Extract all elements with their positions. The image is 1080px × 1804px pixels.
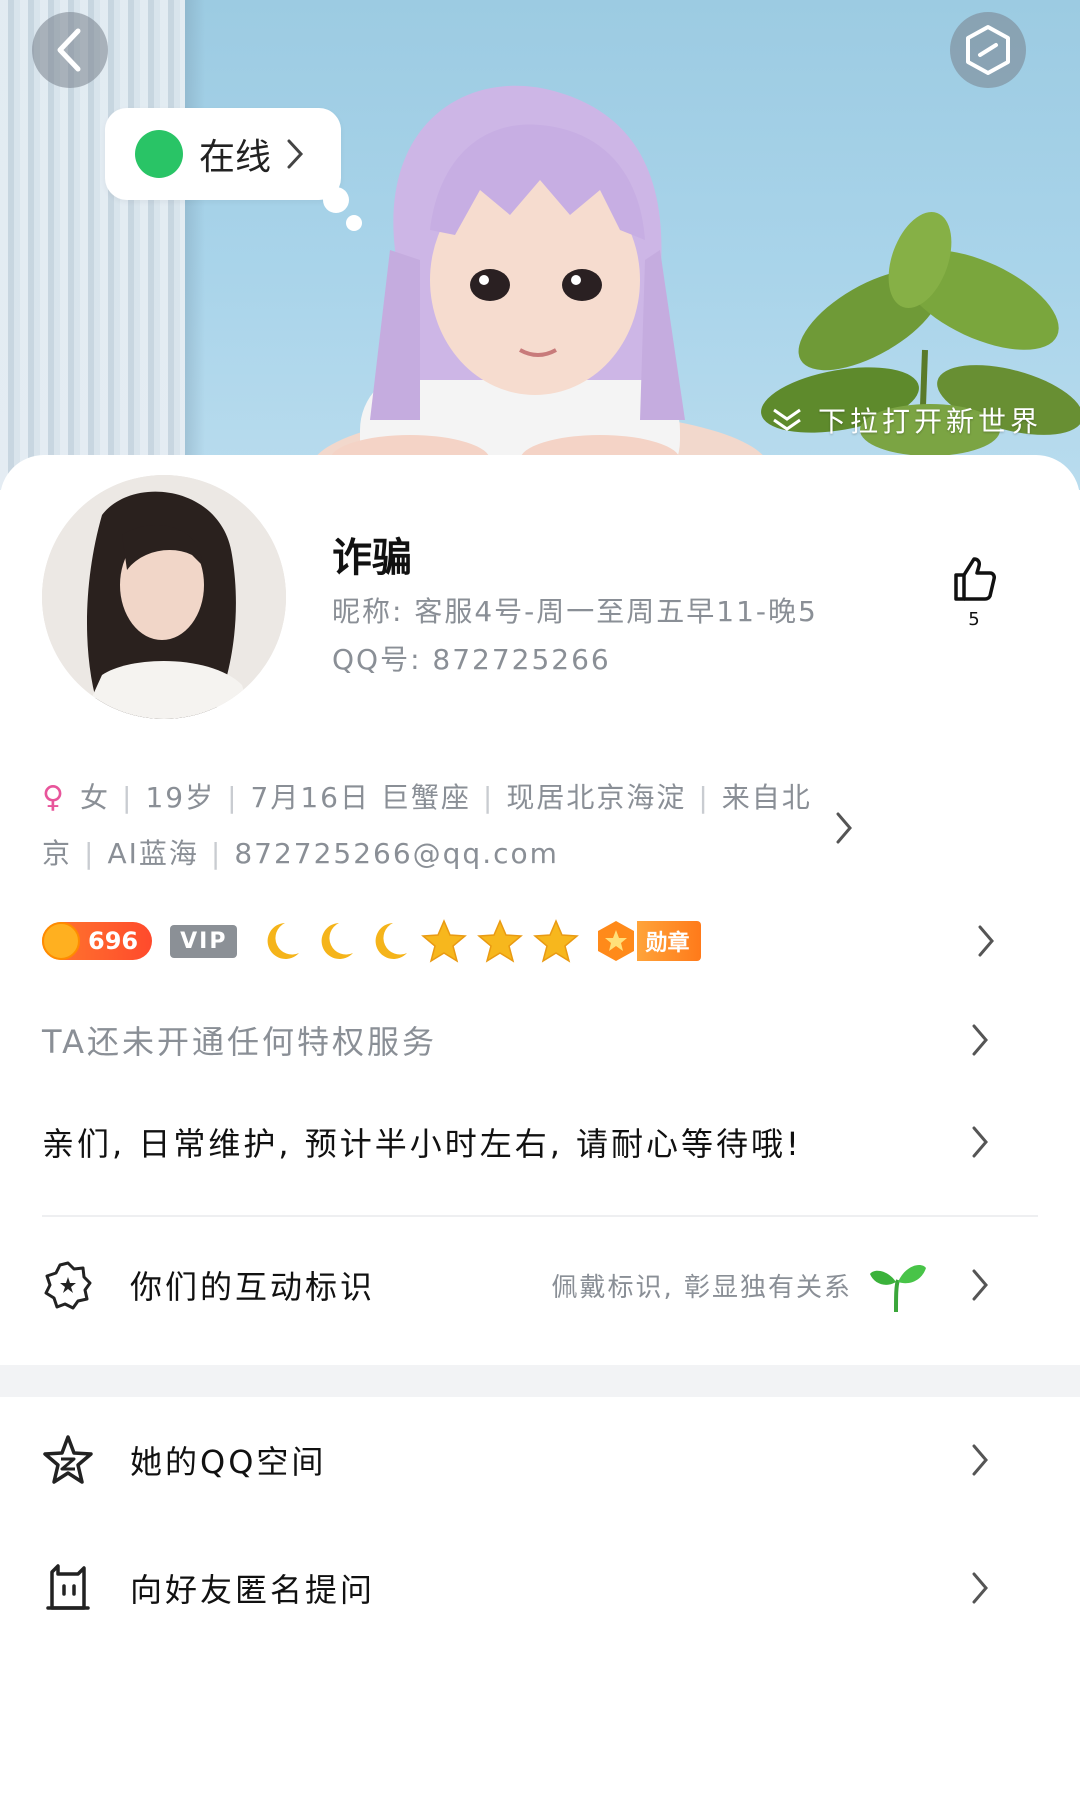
section-divider bbox=[42, 1215, 1038, 1217]
divider: | bbox=[227, 781, 239, 814]
divider: | bbox=[482, 781, 495, 814]
female-icon: ♀ bbox=[42, 780, 66, 815]
moon-icon bbox=[376, 923, 408, 959]
qzone-star-icon bbox=[42, 1434, 94, 1486]
signature-row[interactable]: 亲们, 日常维护, 预计半小时左右, 请耐心等待哦! bbox=[42, 1112, 1038, 1172]
privilege-row[interactable]: TA还未开通任何特权服务 bbox=[42, 1010, 1038, 1070]
double-chevron-down-icon bbox=[773, 408, 801, 431]
chevron-right-icon bbox=[972, 1269, 988, 1301]
interaction-badge-icon bbox=[42, 1259, 94, 1311]
online-status-bubble[interactable]: 在线 bbox=[105, 108, 341, 200]
gender-text: 女 bbox=[79, 781, 110, 814]
like-count: 5 bbox=[968, 609, 980, 630]
divider: | bbox=[698, 781, 710, 814]
chevron-right-icon bbox=[972, 1572, 988, 1604]
chevron-right-icon bbox=[972, 1444, 988, 1476]
star-icon bbox=[421, 919, 468, 963]
thumbs-up-icon bbox=[954, 557, 996, 601]
medal-label: 勋章 bbox=[637, 921, 702, 961]
like-button[interactable]: 5 bbox=[944, 555, 1004, 630]
pull-hint-text: 下拉打开新世界 bbox=[817, 405, 1042, 438]
qzone-row[interactable]: 她的QQ空间 bbox=[42, 1420, 1038, 1500]
profile-info-row[interactable]: ♀ 女 | 19岁 | 7月16日 巨蟹座 | 现居北京海淀 | 来自北京 | AI蓝海 | 872725… bbox=[42, 770, 902, 882]
avatar-photo bbox=[42, 475, 286, 719]
coin-icon bbox=[42, 922, 80, 960]
chevron-right-icon bbox=[836, 812, 852, 844]
bubble-tail-small bbox=[346, 215, 362, 231]
plant-decoration bbox=[761, 212, 1080, 490]
chevron-right-icon bbox=[972, 1024, 988, 1056]
3d-avatar-image bbox=[310, 85, 770, 490]
chevron-right-icon bbox=[978, 925, 994, 957]
super-qq-show-button[interactable] bbox=[950, 12, 1026, 88]
chevron-right-icon bbox=[972, 1126, 988, 1158]
status-label: 在线 bbox=[199, 137, 272, 178]
interaction-badge-label: 你们的互动标识 bbox=[130, 1268, 376, 1306]
nickname-text: 昵称: 客服4号-周一至周五早11-晚5 bbox=[332, 595, 818, 628]
coin-badge: 696 bbox=[42, 922, 153, 960]
signature-text: 亲们, 日常维护, 预计半小时左右, 请耐心等待哦! bbox=[42, 1125, 802, 1163]
level-badges-row[interactable]: 696 VIP 勋章 bbox=[42, 911, 1002, 971]
qzone-label: 她的QQ空间 bbox=[130, 1443, 327, 1481]
email-text: 872725266@qq.com bbox=[234, 837, 559, 870]
section-gap bbox=[0, 1365, 1080, 1397]
divider: | bbox=[84, 837, 96, 870]
bubble-tail bbox=[323, 187, 349, 213]
pull-down-hint[interactable]: 下拉打开新世界 bbox=[770, 400, 1042, 440]
divider: | bbox=[210, 837, 223, 870]
location-text: 现居北京海淀 bbox=[506, 781, 687, 814]
profile-cover: 在线 下拉打开新世界 bbox=[0, 0, 1080, 490]
birthday-text: 7月16日 巨蟹座 bbox=[250, 781, 471, 814]
online-dot-icon bbox=[135, 130, 183, 178]
divider: | bbox=[122, 781, 134, 814]
back-button[interactable] bbox=[32, 12, 108, 88]
qq-number-text: QQ号: 872725266 bbox=[332, 643, 611, 676]
interaction-badge-row[interactable]: 你们的互动标识 佩戴标识, 彰显独有关系 bbox=[42, 1245, 1038, 1325]
age-text: 19岁 bbox=[145, 781, 216, 814]
medal-badge: 勋章 bbox=[595, 919, 702, 963]
medal-star-icon bbox=[598, 921, 635, 961]
job-text: AI蓝海 bbox=[107, 837, 199, 870]
interaction-hint-text: 佩戴标识, 彰显独有关系 bbox=[551, 1272, 852, 1303]
sprout-icon bbox=[870, 1264, 926, 1313]
star-icon bbox=[477, 919, 524, 963]
star-icon bbox=[533, 919, 580, 963]
moon-icon bbox=[268, 923, 300, 959]
hexagon-icon bbox=[966, 25, 1010, 75]
anonymous-question-label: 向好友匿名提问 bbox=[130, 1571, 376, 1609]
profile-name: 诈骗 bbox=[332, 535, 412, 581]
avatar[interactable] bbox=[42, 475, 286, 719]
chevron-left-icon bbox=[57, 28, 81, 72]
anonymous-box-icon bbox=[42, 1562, 94, 1614]
profile-card: 诈骗 昵称: 客服4号-周一至周五早11-晚5 QQ号: 872725266 5… bbox=[0, 455, 1080, 1804]
interaction-hint: 佩戴标识, 彰显独有关系 bbox=[551, 1256, 928, 1314]
anonymous-question-row[interactable]: 向好友匿名提问 bbox=[42, 1548, 1038, 1628]
curtain-shade bbox=[185, 0, 205, 490]
coin-value: 696 bbox=[88, 927, 139, 955]
vip-badge: VIP bbox=[170, 924, 238, 958]
moon-icon bbox=[322, 923, 354, 959]
privilege-text: TA还未开通任何特权服务 bbox=[42, 1023, 437, 1061]
chevron-right-icon bbox=[287, 139, 304, 169]
